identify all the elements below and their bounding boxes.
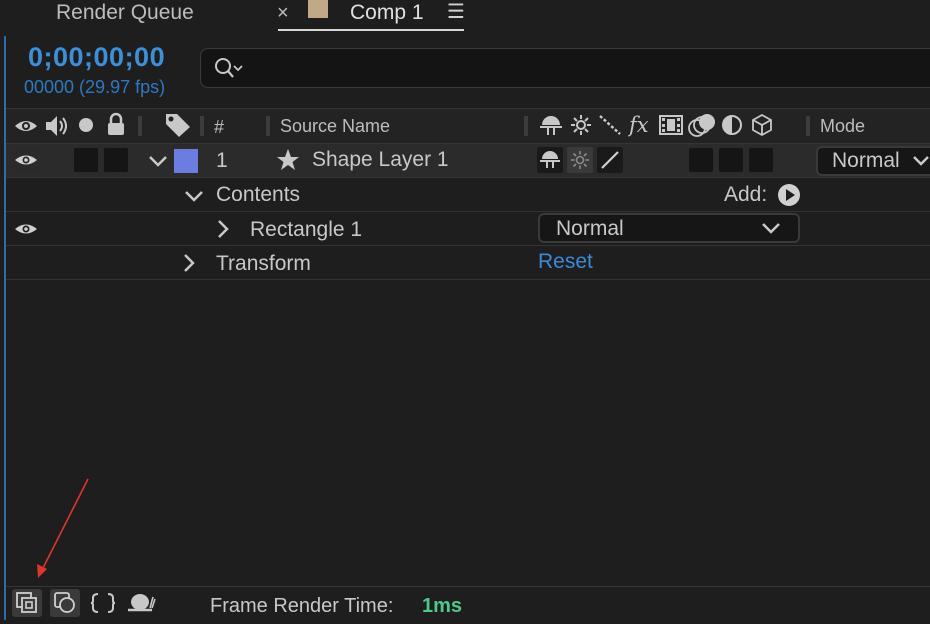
3d-layer-header-icon [752,113,772,137]
shy-header-icon [540,116,562,135]
header-separator [806,116,810,136]
svg-text:fx: fx [628,113,649,137]
shape-layer-star-icon [277,149,299,170]
transform-reset-link[interactable]: Reset [538,250,593,274]
layer-search-input[interactable] [200,48,930,88]
header-separator [266,116,270,136]
chevron-down-icon[interactable] [148,154,168,168]
column-mode-header[interactable]: Mode [820,116,865,137]
layer-row[interactable] [6,144,930,178]
effects-fx-header-icon: fx [628,113,649,137]
header-separator [524,116,528,136]
active-tab-indicator [278,29,464,31]
video-eye-header-icon [15,121,37,131]
tab-render-queue[interactable]: Render Queue [56,0,194,26]
annotation-arrow [37,478,89,578]
solo-dot-header-icon [79,118,93,132]
quality-header-icon [599,115,621,135]
column-number-header[interactable]: # [214,117,224,138]
layer-name[interactable]: Shape Layer 1 [312,148,449,172]
label-tag-header-icon [166,114,190,137]
lock-toggle[interactable] [104,148,128,172]
panel-menu-icon[interactable]: ☰ [447,0,465,24]
layer-mode-value: Normal [832,149,900,172]
add-play-icon[interactable] [777,183,801,207]
draft-3d-snail-icon[interactable] [126,592,156,614]
column-source-name-header[interactable]: Source Name [280,116,390,137]
motion-blur-switch[interactable] [689,148,713,172]
frame-render-time-label: Frame Render Time: [210,595,394,617]
comp-color-swatch [308,0,328,18]
chevron-down-icon[interactable] [912,155,930,167]
audio-speaker-header-icon [46,116,67,136]
chevron-down-icon[interactable] [761,222,781,235]
chevron-right-icon[interactable] [182,253,196,273]
adjustment-layer-switch[interactable] [719,148,743,172]
rectangle-mode-value: Normal [556,217,624,240]
in-out-brackets-icon[interactable] [90,592,116,614]
add-label: Add: [724,183,768,206]
frame-blending-header-icon [659,115,683,135]
eye-icon[interactable] [14,151,38,169]
column-header-row [6,108,930,144]
transfer-controls-icon[interactable] [53,591,77,615]
frame-render-time-value: 1ms [422,595,463,617]
tab-comp-1[interactable]: Comp 1 [350,0,424,26]
collapse-sun-icon[interactable] [570,150,590,170]
motion-blur-header-icon [688,114,715,137]
chevron-down-icon[interactable] [184,189,204,203]
contents-label: Contents [216,183,301,206]
layer-number: 1 [216,149,228,172]
transform-label: Transform [216,252,311,275]
header-separator [138,116,142,136]
rectangle-label[interactable]: Rectangle 1 [250,218,362,242]
chevron-right-icon[interactable] [216,219,230,239]
eye-icon[interactable] [14,220,38,238]
shy-icon[interactable] [539,149,561,171]
current-time-display[interactable]: 0;00;00;00 [28,42,165,73]
adjustment-layer-header-icon [722,115,742,135]
layer-label-color[interactable] [174,149,198,173]
3d-layer-switch[interactable] [749,148,773,172]
frame-count-fps: 00000 (29.97 fps) [24,77,166,97]
header-separator [200,116,204,136]
collapse-sun-header-icon [571,115,591,135]
layer-switches-icon[interactable] [15,591,39,615]
transform-row[interactable] [6,246,930,280]
tab-close-button[interactable]: × [277,1,289,25]
lock-header-icon [108,112,124,135]
solo-toggle[interactable] [74,148,98,172]
search-icon[interactable] [214,57,244,79]
quality-slash-icon[interactable] [599,149,621,171]
